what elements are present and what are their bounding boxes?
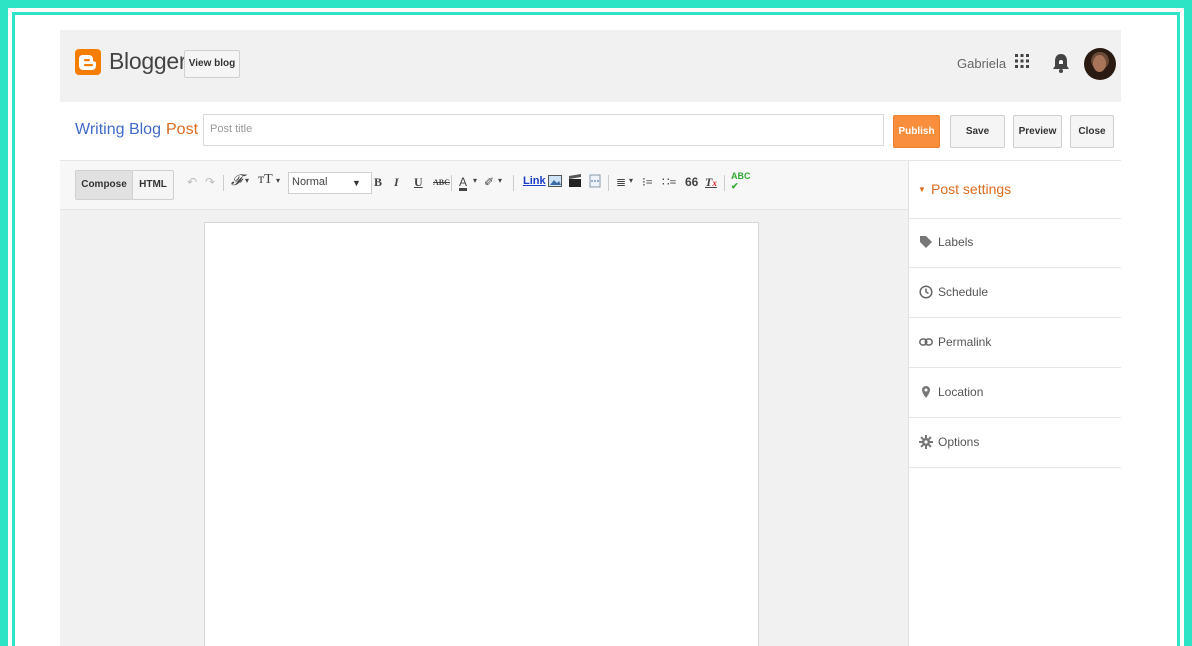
post-body-editor[interactable]	[204, 222, 759, 646]
publish-button[interactable]: Publish	[893, 115, 940, 148]
toolbar-divider	[223, 175, 224, 191]
post-title-input[interactable]: Post title	[203, 114, 884, 146]
gear-icon	[919, 435, 933, 449]
clock-icon	[919, 285, 933, 299]
underline-button[interactable]: U	[414, 175, 423, 190]
text-color-dropdown-icon[interactable]: ▾	[473, 176, 477, 185]
clear-format-icon[interactable]: Tx	[705, 175, 717, 190]
sidebar-item-options[interactable]: Options	[909, 418, 1121, 468]
top-bar: Blogger View blog Gabriela	[60, 30, 1121, 102]
font-size-dropdown-icon[interactable]: ▾	[276, 176, 280, 185]
sidebar-item-label: Location	[938, 385, 984, 399]
view-blog-button[interactable]: View blog	[184, 50, 240, 78]
sidebar-item-location[interactable]: Location	[909, 368, 1121, 418]
tag-icon	[920, 236, 932, 248]
highlight-dropdown-icon[interactable]: ▾	[498, 176, 502, 185]
brand-name: Blogger	[109, 48, 187, 74]
post-settings-title: Post settings	[931, 181, 1012, 197]
html-mode-button[interactable]: HTML	[132, 170, 174, 200]
user-avatar[interactable]	[1084, 48, 1116, 80]
align-dropdown-icon[interactable]: ▾	[629, 176, 633, 185]
blogger-logo-icon[interactable]	[75, 49, 101, 75]
text-color-button[interactable]: A	[459, 175, 467, 189]
pin-icon	[922, 386, 930, 398]
toolbar-divider	[451, 175, 452, 191]
bullet-list-icon[interactable]: ∷≡	[662, 175, 676, 190]
spellcheck-icon[interactable]: ABC ✔	[731, 171, 751, 192]
notifications-bell-icon[interactable]	[1052, 53, 1070, 73]
sidebar-item-label: Options	[938, 435, 980, 449]
blog-name-label: Writing Blog	[75, 121, 161, 138]
italic-button[interactable]: I	[394, 175, 399, 190]
toolbar-divider	[724, 175, 725, 191]
post-title-row: Writing Blog · Post Post title Publish S…	[60, 102, 1121, 161]
sidebar-item-label: Permalink	[938, 335, 992, 349]
font-size-icon[interactable]: ᴛT	[258, 172, 273, 188]
undo-icon[interactable]: ↶	[187, 175, 197, 190]
highlight-icon[interactable]: ✐	[484, 175, 494, 190]
sidebar-item-label: Labels	[938, 235, 974, 249]
blogger-editor: Blogger View blog Gabriela Writing Blog …	[60, 30, 1121, 646]
toolbar-divider	[608, 175, 609, 191]
format-dropdown-icon[interactable]: ▼	[352, 178, 361, 188]
user-name[interactable]: Gabriela	[957, 56, 1006, 71]
toolbar-divider	[513, 175, 514, 191]
sidebar-item-permalink[interactable]: Permalink	[909, 318, 1121, 368]
quote-button[interactable]: 66	[685, 175, 698, 189]
editor-toolbar: Compose HTML ↶ ↷ 𝓕 ▾ ᴛT ▾ Normal ▼ B I U…	[60, 161, 908, 210]
strikethrough-button[interactable]: ABC	[433, 178, 450, 187]
bold-button[interactable]: B	[374, 175, 382, 190]
compose-mode-button[interactable]: Compose	[75, 170, 133, 200]
blog-name-link[interactable]: Writing Blog ·	[75, 121, 171, 139]
jump-break-icon[interactable]	[588, 174, 602, 188]
video-icon[interactable]	[568, 174, 582, 188]
font-family-dropdown-icon[interactable]: ▾	[245, 176, 249, 185]
close-button[interactable]: Close	[1070, 115, 1114, 148]
post-settings-panel: ▼ Post settings Labels Schedule Permalin…	[908, 161, 1121, 646]
insert-link-button[interactable]: Link	[523, 175, 546, 187]
align-icon[interactable]: ≣	[616, 175, 626, 190]
sidebar-item-label: Schedule	[938, 285, 989, 299]
image-icon[interactable]	[548, 174, 562, 188]
sidebar-item-schedule[interactable]: Schedule	[909, 268, 1121, 318]
sidebar-item-labels[interactable]: Labels	[909, 218, 1121, 268]
redo-icon[interactable]: ↷	[205, 175, 215, 190]
save-button[interactable]: Save	[950, 115, 1005, 148]
apps-grid-icon[interactable]	[1015, 54, 1029, 68]
link-icon	[919, 338, 933, 346]
section-label: Post	[166, 121, 199, 138]
numbered-list-icon[interactable]: ⁝≡	[642, 175, 653, 190]
post-settings-header[interactable]: ▼ Post settings	[909, 161, 1121, 219]
font-family-icon[interactable]: 𝓕	[231, 172, 242, 190]
collapse-caret-icon: ▼	[918, 185, 926, 194]
preview-button[interactable]: Preview	[1013, 115, 1062, 148]
